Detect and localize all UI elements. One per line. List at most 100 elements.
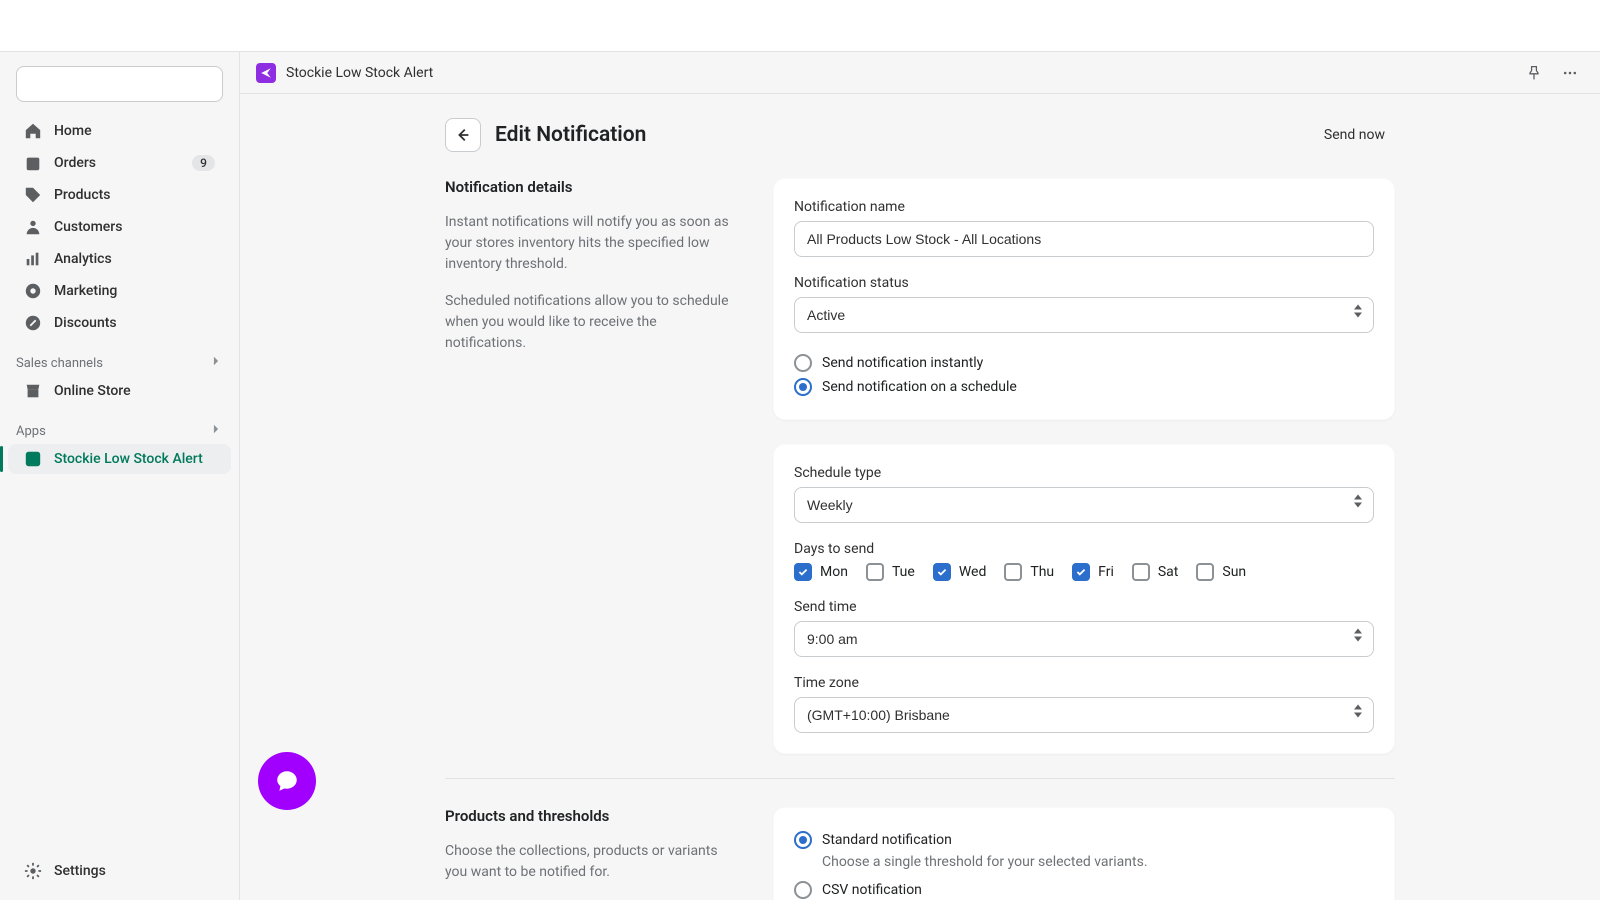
analytics-icon	[24, 250, 42, 268]
app-logo	[256, 63, 276, 83]
day-label: Fri	[1098, 564, 1114, 580]
page-header: Edit Notification Send now	[445, 118, 1395, 152]
search-input[interactable]	[16, 66, 223, 102]
day-checkbox-tue[interactable]: Tue	[866, 563, 915, 581]
nav-label: Products	[54, 187, 215, 203]
sidebar-item-settings[interactable]: Settings	[8, 856, 231, 886]
timezone-select[interactable]: (GMT+10:00) Brisbane	[794, 697, 1374, 733]
main-layout: Home Orders 9 Products Customers Analyti…	[0, 52, 1600, 900]
gear-icon	[24, 862, 42, 880]
day-label: Mon	[820, 564, 848, 580]
day-checkbox-thu[interactable]: Thu	[1004, 563, 1054, 581]
day-checkbox-sat[interactable]: Sat	[1132, 563, 1179, 581]
day-label: Thu	[1030, 564, 1054, 580]
day-checkbox-wed[interactable]: Wed	[933, 563, 987, 581]
products-thresholds-card: Standard notification Choose a single th…	[773, 807, 1395, 900]
send-time-label: Send time	[794, 599, 1374, 615]
page-inner: Edit Notification Send now Notification …	[445, 118, 1395, 860]
checkbox-icon	[794, 563, 812, 581]
app-header-title: Stockie Low Stock Alert	[286, 65, 1510, 81]
nav-label: Discounts	[54, 315, 215, 331]
radio-instant[interactable]: Send notification instantly	[794, 351, 1374, 375]
day-label: Tue	[892, 564, 915, 580]
radio-standard-notification[interactable]: Standard notification	[794, 828, 1374, 852]
customers-icon	[24, 218, 42, 236]
sidebar-item-analytics[interactable]: Analytics	[8, 244, 231, 274]
schedule-section: Schedule type Weekly Days to send MonTue…	[445, 444, 1395, 754]
sidebar-item-home[interactable]: Home	[8, 116, 231, 146]
sidebar-item-online-store[interactable]: Online Store	[8, 376, 231, 406]
more-button[interactable]	[1556, 59, 1584, 87]
section-label: Apps	[16, 424, 46, 439]
sidebar-item-customers[interactable]: Customers	[8, 212, 231, 242]
notification-status-select[interactable]: Active	[794, 297, 1374, 333]
schedule-type-label: Schedule type	[794, 465, 1374, 481]
chevron-right-icon	[209, 422, 223, 440]
orders-icon	[24, 154, 42, 172]
radio-csv-notification[interactable]: CSV notification	[794, 878, 1374, 900]
radio-label: Send notification on a schedule	[822, 379, 1017, 395]
day-label: Wed	[959, 564, 987, 580]
app-header: Stockie Low Stock Alert	[240, 52, 1600, 94]
checkbox-icon	[933, 563, 951, 581]
checkbox-icon	[866, 563, 884, 581]
notification-name-input[interactable]	[794, 221, 1374, 257]
sidebar-item-marketing[interactable]: Marketing	[8, 276, 231, 306]
day-checkbox-sun[interactable]: Sun	[1196, 563, 1246, 581]
send-now-button[interactable]: Send now	[1314, 121, 1395, 149]
send-time-select[interactable]: 9:00 am	[794, 621, 1374, 657]
notification-name-label: Notification name	[794, 199, 1374, 215]
nav-label: Online Store	[54, 383, 215, 399]
products-icon	[24, 186, 42, 204]
checkbox-icon	[1072, 563, 1090, 581]
sidebar-item-orders[interactable]: Orders 9	[8, 148, 231, 178]
section-divider	[445, 778, 1395, 779]
nav-label: Orders	[54, 155, 180, 171]
chat-widget[interactable]	[258, 752, 316, 810]
page-scroll[interactable]: Edit Notification Send now Notification …	[240, 94, 1600, 900]
radio-label: Send notification instantly	[822, 355, 983, 371]
schedule-card: Schedule type Weekly Days to send MonTue…	[773, 444, 1395, 754]
radio-icon	[794, 378, 812, 396]
sales-channels-header[interactable]: Sales channels	[0, 340, 239, 376]
radio-schedule[interactable]: Send notification on a schedule	[794, 375, 1374, 399]
sidebar-item-stockie[interactable]: Stockie Low Stock Alert	[8, 444, 231, 474]
chevron-right-icon	[209, 354, 223, 372]
schedule-type-select[interactable]: Weekly	[794, 487, 1374, 523]
sidebar: Home Orders 9 Products Customers Analyti…	[0, 52, 240, 900]
notification-details-section: Notification details Instant notificatio…	[445, 178, 1395, 420]
nav-label: Analytics	[54, 251, 215, 267]
day-checkbox-fri[interactable]: Fri	[1072, 563, 1114, 581]
section-title: Products and thresholds	[445, 807, 741, 825]
radio-sublabel: Choose a single threshold for your selec…	[822, 854, 1374, 870]
pin-button[interactable]	[1520, 59, 1548, 87]
sidebar-item-products[interactable]: Products	[8, 180, 231, 210]
app-icon	[24, 450, 42, 468]
nav-label: Settings	[54, 863, 215, 879]
nav-label: Customers	[54, 219, 215, 235]
apps-header[interactable]: Apps	[0, 408, 239, 444]
discounts-icon	[24, 314, 42, 332]
radio-icon	[794, 881, 812, 899]
checkbox-icon	[1196, 563, 1214, 581]
section-title: Notification details	[445, 178, 741, 196]
day-label: Sat	[1158, 564, 1179, 580]
nav-label: Marketing	[54, 283, 215, 299]
radio-label: CSV notification	[822, 882, 922, 898]
app-header-actions	[1520, 59, 1584, 87]
radio-icon	[794, 354, 812, 372]
home-icon	[24, 122, 42, 140]
products-thresholds-section: Products and thresholds Choose the colle…	[445, 807, 1395, 900]
marketing-icon	[24, 282, 42, 300]
section-desc: Scheduled notifications allow you to sch…	[445, 291, 741, 354]
notification-details-card: Notification name Notification status Ac…	[773, 178, 1395, 420]
checkbox-icon	[1004, 563, 1022, 581]
back-button[interactable]	[445, 118, 481, 152]
section-desc: Instant notifications will notify you as…	[445, 212, 741, 275]
nav-label: Home	[54, 123, 215, 139]
sidebar-item-discounts[interactable]: Discounts	[8, 308, 231, 338]
radio-label: Standard notification	[822, 832, 952, 848]
day-checkbox-mon[interactable]: Mon	[794, 563, 848, 581]
content-area: Stockie Low Stock Alert Edit Notificatio…	[240, 52, 1600, 900]
day-label: Sun	[1222, 564, 1246, 580]
